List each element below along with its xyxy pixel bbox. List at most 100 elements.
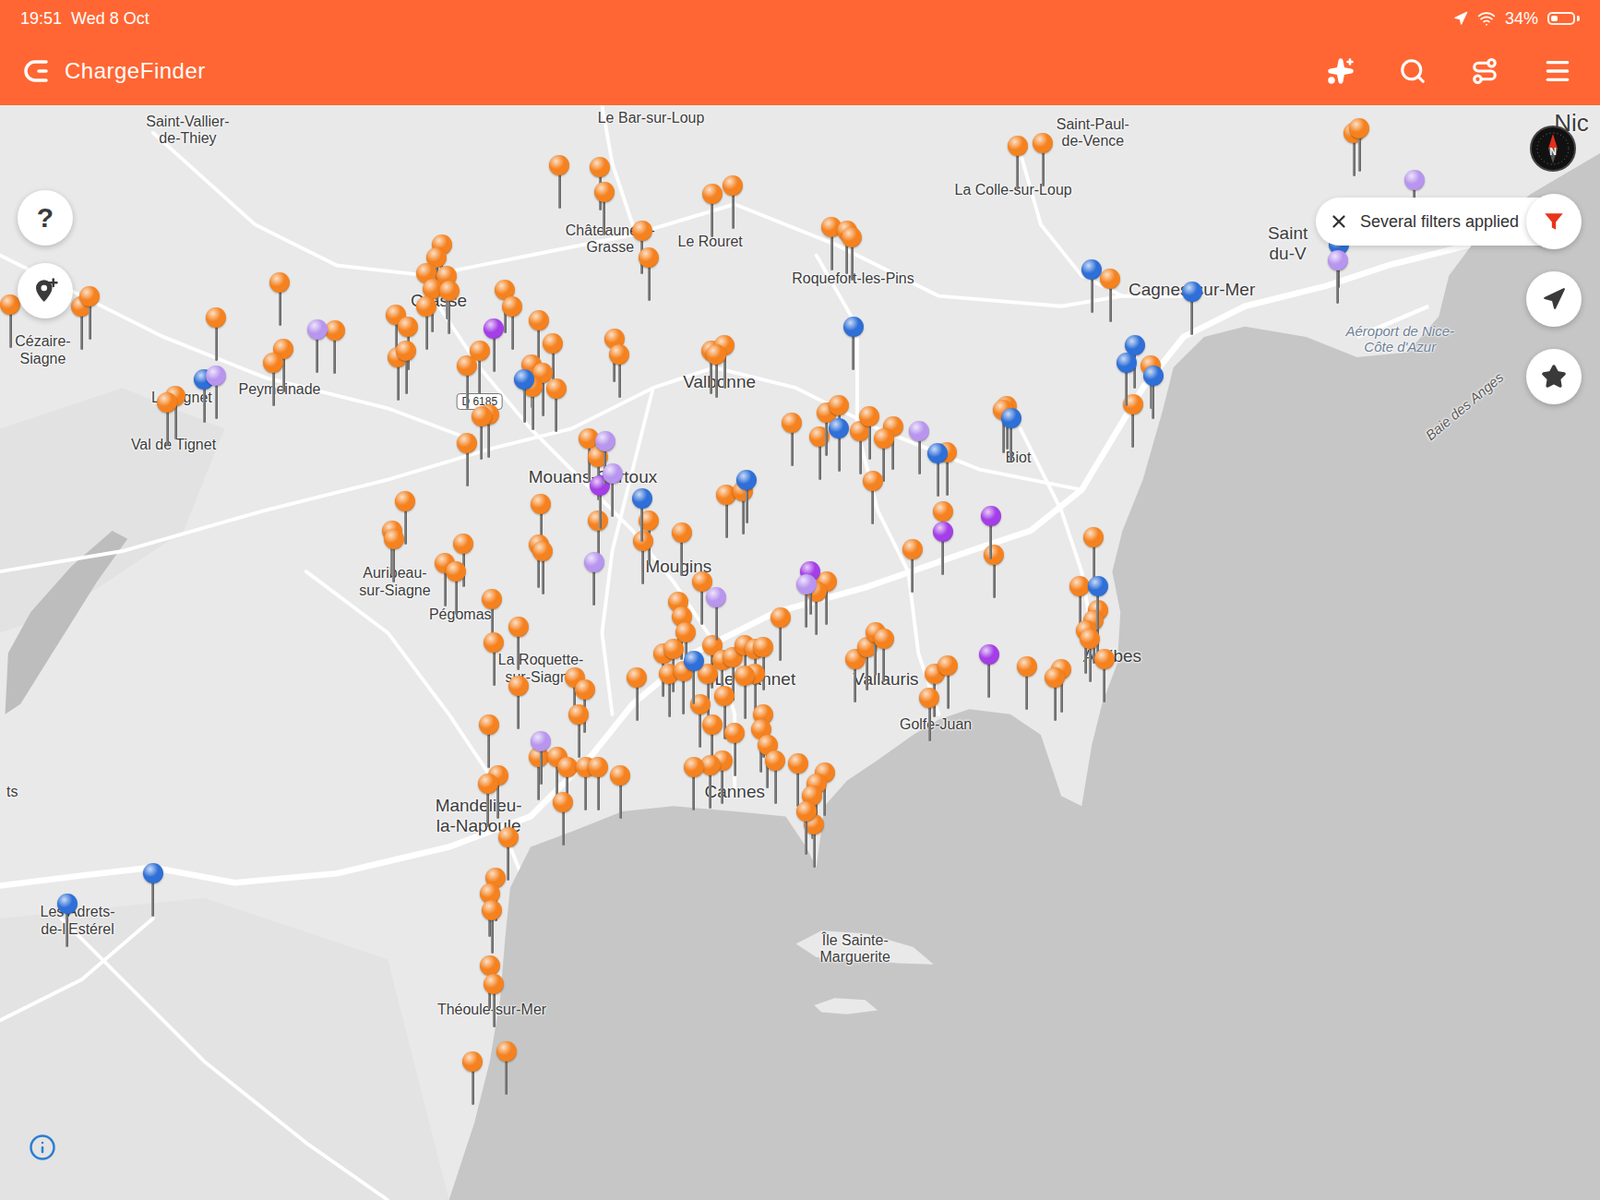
charger-pin[interactable] [262, 352, 284, 406]
map[interactable]: Saint-Vallier-de-ThieyLe Bar-sur-LoupSai… [0, 105, 1600, 1200]
charger-pin[interactable] [980, 505, 1002, 560]
charger-pin[interactable] [552, 791, 574, 846]
charger-pin[interactable] [528, 746, 550, 800]
charger-pin[interactable] [849, 420, 871, 475]
search-button[interactable] [1395, 53, 1431, 89]
charger-pin[interactable] [1327, 250, 1349, 304]
charger-pin[interactable] [205, 307, 227, 361]
charger-pin[interactable] [736, 469, 757, 524]
charger-pin[interactable] [843, 316, 864, 371]
charger-pin[interactable] [781, 412, 802, 466]
charger-pin[interactable] [587, 756, 609, 811]
charger-pin[interactable] [496, 1040, 517, 1095]
charger-pin[interactable] [638, 247, 659, 301]
charger-pin[interactable] [395, 340, 417, 395]
charger-pin[interactable] [57, 893, 78, 947]
charger-pin[interactable] [722, 175, 743, 229]
charger-pin[interactable] [1016, 656, 1038, 710]
charger-pin[interactable] [1032, 132, 1053, 187]
charger-pin[interactable] [307, 319, 328, 373]
charger-pin[interactable] [734, 665, 755, 719]
charger-pin[interactable] [584, 551, 605, 606]
map-drawing[interactable] [0, 105, 1600, 1200]
charger-pin[interactable] [324, 320, 346, 374]
charger-pin[interactable] [445, 561, 466, 615]
charger-pin[interactable] [1116, 352, 1137, 406]
charger-pin[interactable] [919, 687, 940, 741]
charger-pin[interactable] [156, 392, 178, 446]
charger-pin[interactable] [796, 800, 817, 855]
charger-pin[interactable] [845, 648, 866, 703]
ai-button[interactable] [1323, 53, 1359, 89]
favorites-button[interactable] [1526, 348, 1582, 405]
charger-pin[interactable] [683, 650, 705, 705]
charger-pin[interactable] [632, 488, 653, 542]
charger-pin[interactable] [1099, 268, 1121, 323]
charger-pin[interactable] [979, 644, 1000, 698]
charger-pin[interactable] [549, 155, 570, 209]
charger-pin[interactable] [508, 616, 529, 670]
menu-button[interactable] [1539, 52, 1577, 90]
charger-pin[interactable] [1001, 407, 1022, 462]
charger-pin[interactable] [1081, 259, 1102, 313]
charger-pin[interactable] [501, 296, 523, 350]
compass[interactable]: N [1529, 125, 1577, 172]
charger-pin[interactable] [608, 344, 630, 398]
add-charger-button[interactable] [17, 262, 73, 319]
charger-pin[interactable] [383, 528, 405, 583]
charger-pin[interactable] [862, 470, 884, 525]
charger-pin[interactable] [0, 294, 21, 348]
brand[interactable]: ChargeFinder [23, 57, 206, 85]
charger-pin[interactable] [513, 369, 535, 423]
filter-chip[interactable]: Several filters applied [1315, 197, 1551, 246]
charger-pin[interactable] [927, 442, 948, 497]
charger-pin[interactable] [456, 432, 478, 487]
charger-pin[interactable] [983, 544, 1004, 598]
charger-pin[interactable] [705, 586, 727, 641]
locate-button[interactable] [1526, 271, 1582, 327]
charger-pin[interactable] [568, 704, 589, 758]
charger-pin[interactable] [683, 756, 705, 811]
charger-pin[interactable] [902, 538, 923, 593]
charger-pin[interactable] [546, 378, 567, 432]
charger-pin[interactable] [143, 862, 164, 917]
charger-pin[interactable] [609, 764, 631, 819]
charger-pin[interactable] [1044, 667, 1065, 721]
charger-pin[interactable] [589, 475, 610, 529]
charger-pin[interactable] [1087, 575, 1109, 630]
charger-pin[interactable] [841, 226, 862, 281]
charger-pin[interactable] [416, 296, 437, 350]
charger-pin[interactable] [477, 773, 499, 827]
filter-button[interactable] [1526, 193, 1582, 250]
charger-pin[interactable] [1094, 648, 1115, 703]
charger-pin[interactable] [764, 750, 786, 804]
charger-pin[interactable] [508, 675, 529, 729]
charger-pin[interactable] [481, 899, 502, 954]
charger-pin[interactable] [269, 272, 290, 326]
charger-pin[interactable] [602, 463, 623, 517]
charger-pin[interactable] [873, 628, 895, 682]
charger-pin[interactable] [1182, 281, 1203, 335]
charger-pin[interactable] [462, 1050, 483, 1105]
charger-pin[interactable] [932, 521, 954, 575]
charger-pin[interactable] [770, 607, 791, 661]
charger-pin[interactable] [702, 183, 723, 238]
charger-pin[interactable] [828, 417, 849, 472]
charger-pin[interactable] [796, 573, 817, 628]
help-button[interactable]: ? [17, 190, 73, 246]
charger-pin[interactable] [671, 522, 693, 576]
charger-pin[interactable] [205, 365, 227, 419]
charger-pin[interactable] [478, 714, 500, 768]
charger-pin[interactable] [483, 318, 504, 372]
charger-pin[interactable] [483, 632, 504, 686]
charger-pin[interactable] [530, 730, 551, 785]
charger-pin[interactable] [1083, 526, 1104, 581]
charger-pin[interactable] [1143, 365, 1164, 419]
charger-pin[interactable] [79, 286, 100, 340]
charger-pin[interactable] [908, 420, 930, 475]
charger-pin[interactable] [483, 973, 504, 1027]
charger-pin[interactable] [471, 405, 492, 460]
charger-pin[interactable] [1349, 118, 1370, 172]
clear-filters-button[interactable] [1328, 211, 1350, 232]
charger-pin[interactable] [456, 355, 478, 409]
